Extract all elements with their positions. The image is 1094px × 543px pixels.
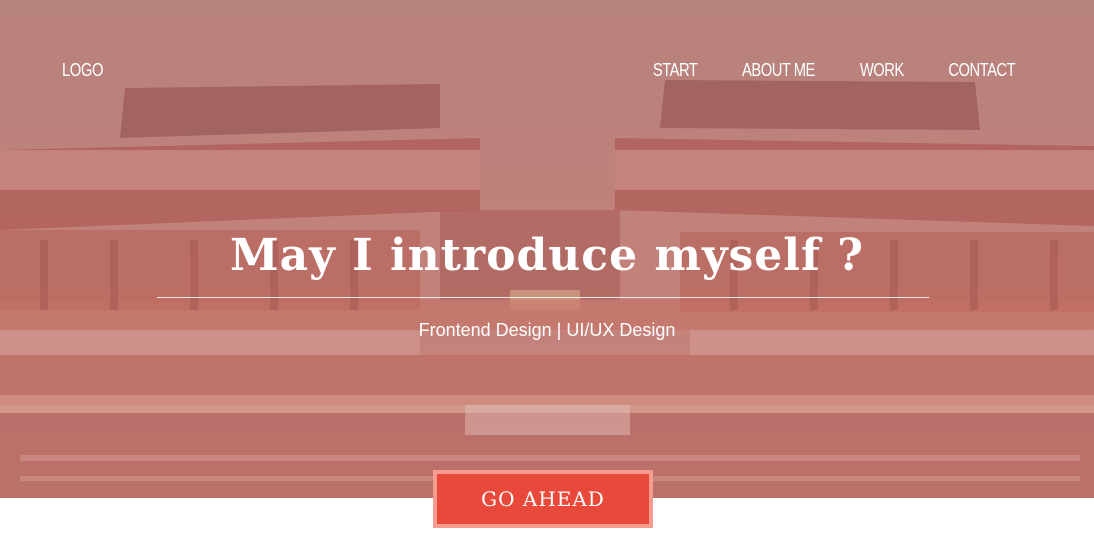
nav-item-start[interactable]: START — [653, 60, 698, 81]
hero-title: May I introduce myself ? — [229, 230, 865, 281]
main-nav: START ABOUT ME WORK CONTACT — [648, 60, 1022, 81]
site-logo[interactable]: LOGO — [62, 60, 103, 81]
title-divider — [157, 297, 929, 298]
hero-subtitle: Frontend Design | UI/UX Design — [418, 320, 676, 340]
nav-item-about-me[interactable]: ABOUT ME — [742, 60, 815, 81]
hero-section: LOGO START ABOUT ME WORK CONTACT May I i… — [0, 0, 1094, 498]
nav-item-work[interactable]: WORK — [860, 60, 904, 81]
go-ahead-button[interactable]: GO AHEAD — [433, 470, 653, 528]
nav-item-contact[interactable]: CONTACT — [948, 60, 1015, 81]
